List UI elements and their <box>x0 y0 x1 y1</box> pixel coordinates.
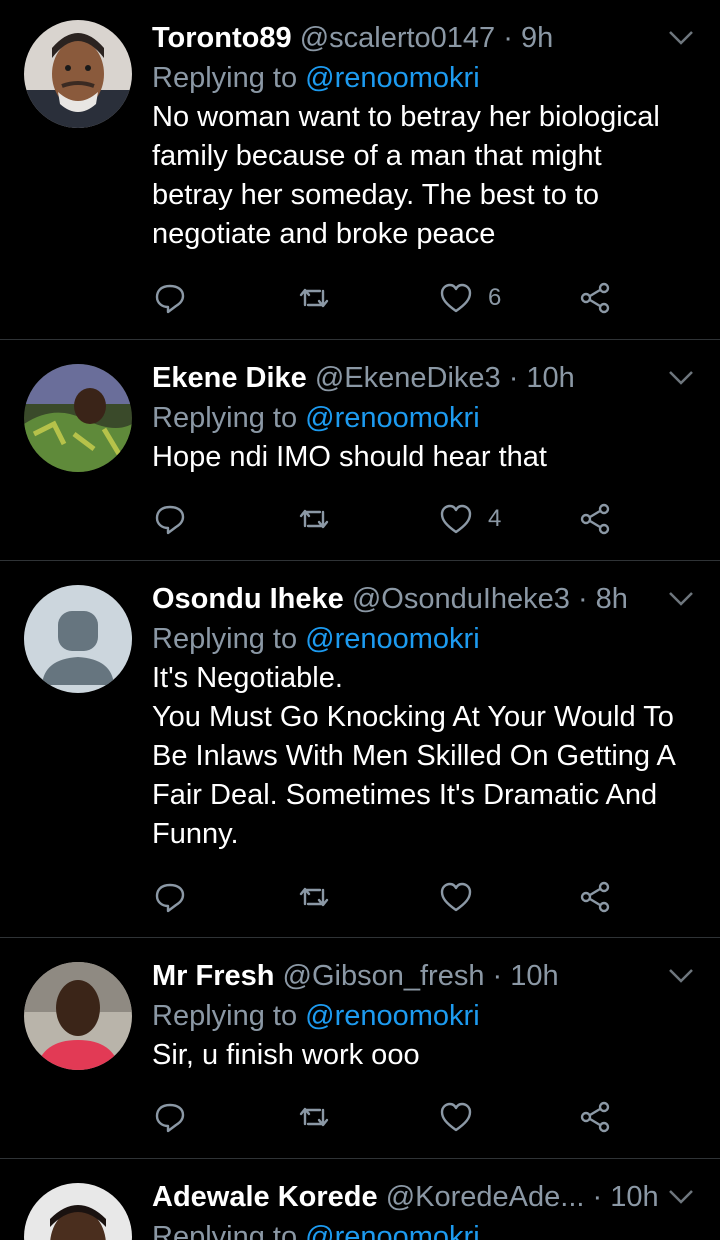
like-button[interactable]: 4 <box>438 497 501 541</box>
tweet-card[interactable]: Ekene Dike @EkeneDike3 · 10h Replying to… <box>0 340 720 561</box>
replying-label: Replying to <box>152 62 298 94</box>
tweet-card[interactable]: Mr Fresh @Gibson_fresh · 10h Replying to… <box>0 938 720 1159</box>
author-meta: @Gibson_fresh · 10h <box>282 960 559 992</box>
retweet-icon <box>299 1107 329 1127</box>
reply-button[interactable] <box>152 1095 188 1139</box>
tweet-card[interactable]: Toronto89 @scalerto0147 · 9h Replying to… <box>0 0 720 340</box>
reply-icon <box>155 505 185 535</box>
like-count: 4 <box>488 505 502 532</box>
action-bar: 4 <box>152 497 700 541</box>
mention-link[interactable]: @renoomokri <box>305 62 480 94</box>
author-name[interactable]: Ekene Dike <box>152 362 307 394</box>
reply-feed: Toronto89 @scalerto0147 · 9h Replying to… <box>0 0 720 1240</box>
reply-icon <box>155 1103 185 1133</box>
like-count: 6 <box>488 284 502 311</box>
author-name[interactable]: Mr Fresh <box>152 960 274 992</box>
avatar[interactable] <box>24 585 132 693</box>
share-icon <box>580 503 610 535</box>
replying-label: Replying to <box>152 1000 298 1032</box>
share-button[interactable] <box>577 1095 613 1139</box>
tweet-text: Sir, u finish work ooo <box>152 1039 420 1071</box>
share-icon <box>580 282 610 314</box>
like-icon <box>440 283 472 313</box>
retweet-button[interactable] <box>296 276 332 320</box>
author-name[interactable]: Adewale Korede <box>152 1181 378 1213</box>
reply-icon <box>155 284 185 314</box>
author-meta: @EkeneDike3 · 10h <box>314 362 575 394</box>
like-icon <box>440 1102 472 1132</box>
chevron-down-icon[interactable] <box>666 26 696 50</box>
replying-to: Replying to @renoomokri <box>152 398 700 438</box>
replying-to: Replying to @renoomokri <box>152 58 700 98</box>
action-bar <box>152 875 700 919</box>
avatar[interactable] <box>24 962 132 1070</box>
tweet-text: It's Negotiable. You Must Go Knocking At… <box>152 662 676 850</box>
author-meta: @scalerto0147 · 9h <box>299 22 554 54</box>
chevron-down-icon[interactable] <box>666 964 696 988</box>
replying-label: Replying to <box>152 1221 298 1240</box>
reply-icon <box>155 883 185 913</box>
replying-to: Replying to @renoomokri <box>152 996 700 1036</box>
share-button[interactable] <box>577 497 613 541</box>
avatar[interactable] <box>24 1183 132 1240</box>
action-bar: 6 <box>152 276 700 320</box>
share-button[interactable] <box>577 276 613 320</box>
like-icon <box>440 504 472 534</box>
author-name[interactable]: Osondu Iheke <box>152 583 344 615</box>
mention-link[interactable]: @renoomokri <box>305 1221 480 1240</box>
retweet-button[interactable] <box>296 875 332 919</box>
like-button[interactable] <box>438 875 488 919</box>
replying-label: Replying to <box>152 402 298 434</box>
mention-link[interactable]: @renoomokri <box>305 1000 480 1032</box>
reply-button[interactable] <box>152 875 188 919</box>
tweet-card[interactable]: Adewale Korede @KoredeAde... · 10h Reply… <box>0 1159 720 1240</box>
like-button[interactable]: 6 <box>438 276 501 320</box>
retweet-icon <box>299 288 329 308</box>
tweet-text: No woman want to betray her biological f… <box>152 101 660 250</box>
mention-link[interactable]: @renoomokri <box>305 623 480 655</box>
tweet-card[interactable]: Osondu Iheke @OsonduIheke3 · 8h Replying… <box>0 561 720 938</box>
tweet-text: Hope ndi IMO should hear that <box>152 441 547 473</box>
replying-to: Replying to @renoomokri <box>152 619 700 659</box>
reply-button[interactable] <box>152 497 188 541</box>
chevron-down-icon[interactable] <box>666 366 696 390</box>
retweet-icon <box>299 887 329 907</box>
like-button[interactable] <box>438 1095 488 1139</box>
share-icon <box>580 1101 610 1133</box>
retweet-button[interactable] <box>296 497 332 541</box>
replying-to: Replying to @renoomokri <box>152 1217 700 1240</box>
author-meta: @KoredeAde... · 10h <box>385 1181 659 1213</box>
share-icon <box>580 881 610 913</box>
author-name[interactable]: Toronto89 <box>152 22 292 54</box>
avatar[interactable] <box>24 364 132 472</box>
reply-button[interactable] <box>152 276 188 320</box>
author-meta: @OsonduIheke3 · 8h <box>351 583 628 615</box>
mention-link[interactable]: @renoomokri <box>305 402 480 434</box>
share-button[interactable] <box>577 875 613 919</box>
like-icon <box>440 882 472 912</box>
replying-label: Replying to <box>152 623 298 655</box>
chevron-down-icon[interactable] <box>666 587 696 611</box>
action-bar <box>152 1095 700 1139</box>
chevron-down-icon[interactable] <box>666 1185 696 1209</box>
retweet-button[interactable] <box>296 1095 332 1139</box>
avatar[interactable] <box>24 20 132 128</box>
retweet-icon <box>299 509 329 529</box>
